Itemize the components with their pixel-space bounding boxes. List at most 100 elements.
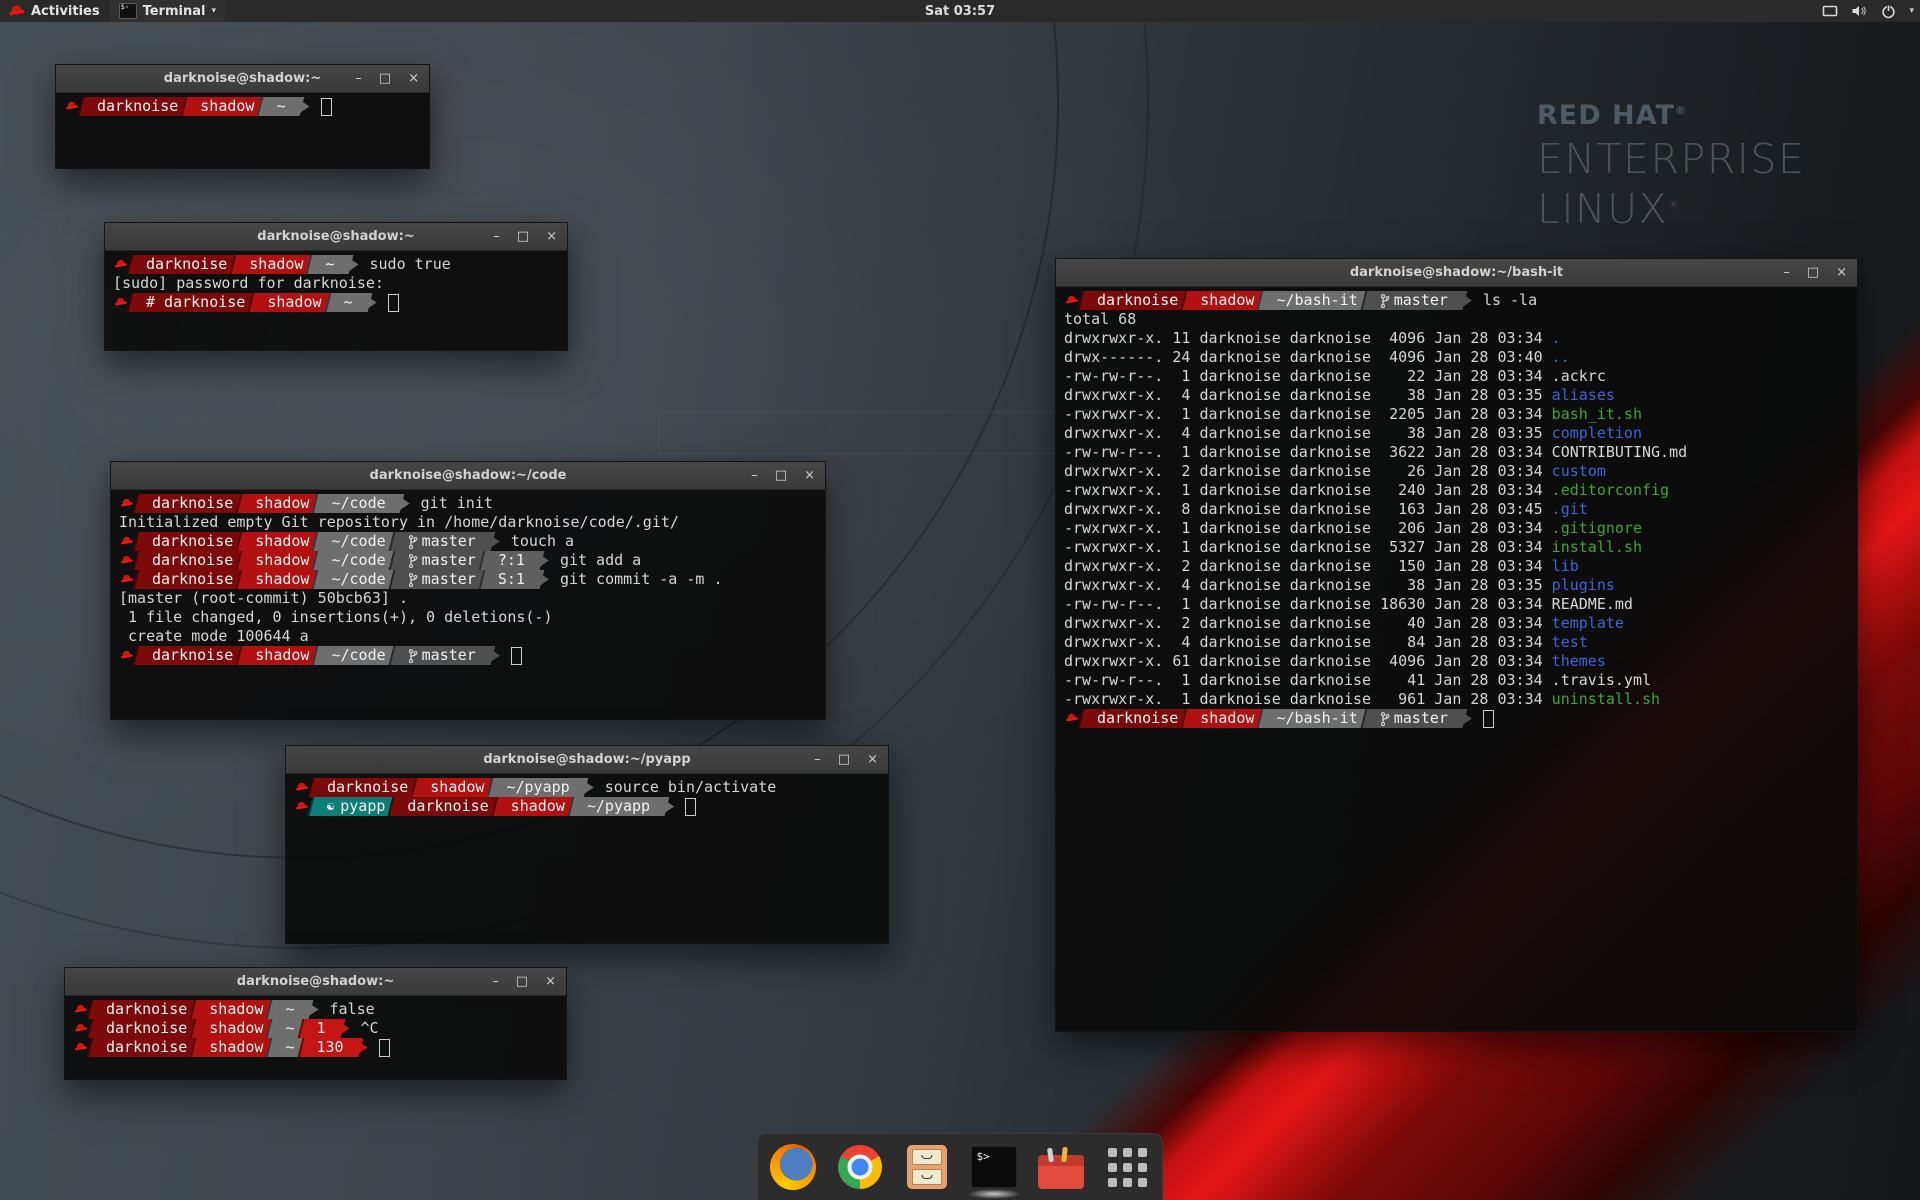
volume-icon[interactable] (1851, 4, 1868, 18)
prompt-segment-host: shadow (237, 255, 315, 274)
segment-label: ~/pyapp (587, 797, 650, 816)
file-name: .git (1552, 500, 1588, 519)
fedora-icon (121, 556, 133, 565)
clock[interactable]: Sat 03:57 (925, 4, 995, 19)
segment-label: 130 (317, 1038, 344, 1057)
prompt-segment-user: darknoise (140, 551, 245, 570)
prompt-segment-exit: 1 (305, 1019, 338, 1038)
dock-item-toolbox[interactable] (1038, 1144, 1084, 1190)
window-titlebar[interactable]: darknoise@shadow:~/code–□× (111, 462, 825, 490)
prompt-line: darknoiseshadow~/codegit init (119, 494, 817, 513)
segment-label: darknoise (106, 1038, 187, 1057)
dock-item-app-grid[interactable] (1105, 1144, 1151, 1190)
terminal-window: darknoise@shadow:~/code–□×darknoiseshado… (110, 461, 826, 720)
fedora-icon (75, 1043, 87, 1052)
file-name: aliases (1552, 386, 1615, 405)
window-title: darknoise@shadow:~/bash-it (1350, 265, 1563, 280)
redhat-prompt-icon (73, 1004, 89, 1015)
prompt-segment-host: shadow (243, 494, 321, 513)
terminal-cursor (379, 1039, 390, 1057)
file-name: install.sh (1552, 538, 1642, 557)
terminal-cursor (321, 98, 332, 116)
display-icon[interactable] (1822, 4, 1838, 18)
terminal-body[interactable]: darknoiseshadow~falsedarknoiseshadow~1^C… (65, 996, 566, 1061)
minimize-button[interactable]: – (1783, 266, 1790, 279)
segment-label: ~ (276, 97, 285, 116)
terminal-window: darknoise@shadow:~–□×darknoiseshadow~sud… (104, 222, 568, 351)
minimize-button[interactable]: – (814, 753, 821, 766)
segment-label: master (422, 551, 476, 570)
file-row: drwxrwxr-x. 2 darknoise darknoise 26 Jan… (1064, 462, 1849, 481)
file-name: themes (1552, 652, 1606, 671)
toolbox-icon (1038, 1155, 1084, 1189)
close-button[interactable]: × (408, 72, 419, 85)
git-branch-icon (408, 535, 418, 549)
terminal-body[interactable]: darknoiseshadow~/bash-itmasterls -latota… (1056, 287, 1857, 732)
app-menu-terminal[interactable]: Terminal ▾ (110, 0, 225, 22)
prompt-segment-user: darknoise (140, 646, 245, 665)
prompt-segment-user: darknoise (94, 1019, 199, 1038)
prompt-line: darknoiseshadow~sudo true (113, 255, 559, 274)
terminal-output-line: 1 file changed, 0 insertions(+), 0 delet… (119, 608, 817, 627)
window-titlebar[interactable]: darknoise@shadow:~–□× (105, 223, 567, 251)
prompt-arrow (490, 532, 500, 551)
file-name: .. (1552, 348, 1570, 367)
dock-item-firefox[interactable] (770, 1144, 816, 1190)
command-text: ^C (361, 1019, 379, 1038)
maximize-button[interactable]: □ (775, 469, 787, 482)
prompt-segment-path: ~ (264, 97, 297, 116)
prompt-segment-user: darknoise (94, 1000, 199, 1019)
prompt-line: darknoiseshadow~/codemastertouch a (119, 532, 817, 551)
file-row: drwxrwxr-x. 61 darknoise darknoise 4096 … (1064, 652, 1849, 671)
close-button[interactable]: × (546, 230, 557, 243)
file-row: -rwxrwxr-x. 1 darknoise darknoise 2205 J… (1064, 405, 1849, 424)
dock-item-files[interactable] (904, 1144, 950, 1190)
maximize-button[interactable]: □ (516, 975, 528, 988)
running-indicator (967, 1189, 1021, 1199)
file-meta: -rw-rw-r--. 1 darknoise darknoise 3622 J… (1064, 443, 1552, 462)
close-button[interactable]: × (545, 975, 556, 988)
command-text: git init (421, 494, 493, 513)
window-titlebar[interactable]: darknoise@shadow:~–□× (56, 65, 429, 93)
dock-item-terminal[interactable] (971, 1144, 1017, 1190)
close-button[interactable]: × (1836, 266, 1847, 279)
minimize-button[interactable]: – (355, 72, 362, 85)
prompt-segment-user: darknoise (134, 255, 239, 274)
window-titlebar[interactable]: darknoise@shadow:~–□× (65, 968, 566, 996)
maximize-button[interactable]: □ (1807, 266, 1819, 279)
window-titlebar[interactable]: darknoise@shadow:~/bash-it – □ × (1056, 259, 1857, 287)
redhat-logo-icon (9, 5, 24, 17)
file-name: completion (1552, 424, 1642, 443)
caret-down-icon[interactable]: ▾ (1909, 6, 1914, 16)
file-row: -rw-rw-r--. 1 darknoise darknoise 22 Jan… (1064, 367, 1849, 386)
file-row: drwxrwxr-x. 11 darknoise darknoise 4096 … (1064, 329, 1849, 348)
terminal-body[interactable]: darknoiseshadow~ (56, 93, 429, 120)
maximize-button[interactable]: □ (517, 230, 529, 243)
activities-button[interactable]: Activities (0, 0, 110, 22)
prompt-line: darknoiseshadow~/bash-itmaster (1064, 709, 1849, 728)
window-buttons: – □ × (355, 65, 419, 92)
close-button[interactable]: × (867, 753, 878, 766)
file-meta: -rwxrwxr-x. 1 darknoise darknoise 5327 J… (1064, 538, 1552, 557)
prompt-segment-git: master (1368, 291, 1460, 310)
redhat-prompt-icon (73, 1023, 89, 1034)
segment-label: darknoise (106, 1019, 187, 1038)
maximize-button[interactable]: □ (838, 753, 850, 766)
window-buttons: – □ × (751, 462, 815, 489)
terminal-body[interactable]: darknoiseshadow~sudo true[sudo] password… (105, 251, 567, 316)
maximize-button[interactable]: □ (379, 72, 391, 85)
power-icon[interactable] (1881, 4, 1896, 19)
prompt-segment-path: ~/code (319, 551, 397, 570)
minimize-button[interactable]: – (493, 230, 500, 243)
prompt-line: darknoiseshadow~1^C (73, 1019, 558, 1038)
dock-item-chrome[interactable] (837, 1144, 883, 1190)
terminal-body[interactable]: darknoiseshadow~/pyappsource bin/activat… (286, 774, 888, 820)
redhat-prompt-icon (119, 650, 135, 661)
file-meta: drwx------. 24 darknoise darknoise 4096 … (1064, 348, 1552, 367)
minimize-button[interactable]: – (751, 469, 758, 482)
close-button[interactable]: × (804, 469, 815, 482)
terminal-body[interactable]: darknoiseshadow~/codegit initInitialized… (111, 490, 825, 669)
terminal-output-line: create mode 100644 a (119, 627, 817, 646)
minimize-button[interactable]: – (492, 975, 499, 988)
window-titlebar[interactable]: darknoise@shadow:~/pyapp–□× (286, 746, 888, 774)
